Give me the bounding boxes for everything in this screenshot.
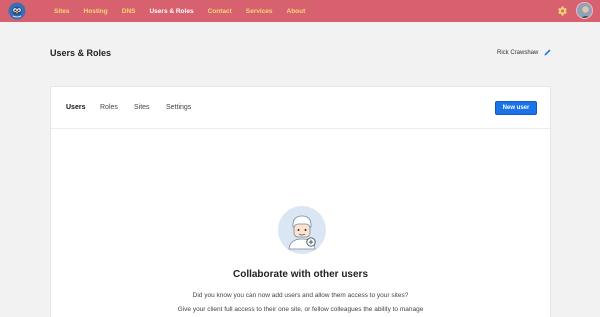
tab-users[interactable]: Users: [66, 104, 85, 111]
empty-state-heading: Collaborate with other users: [232, 269, 369, 280]
top-navigation-bar: Sites Hosting DNS Users & Roles Contact …: [0, 0, 600, 22]
tab-roles[interactable]: Roles: [100, 104, 118, 111]
tab-settings[interactable]: Settings: [166, 104, 191, 111]
bird-logo-icon[interactable]: [8, 2, 26, 20]
page-title: Users & Roles: [50, 48, 112, 58]
tab-sites[interactable]: Sites: [134, 104, 150, 111]
current-user-name: Rick Crawshaw: [497, 50, 539, 56]
nav-services[interactable]: Services: [246, 8, 273, 15]
main-nav: Sites Hosting DNS Users & Roles Contact …: [54, 0, 319, 22]
nav-about[interactable]: About: [287, 8, 306, 15]
empty-state-description-line-1: Did you know you can now add users and a…: [192, 292, 409, 299]
nav-users-roles[interactable]: Users & Roles: [149, 8, 193, 15]
nav-sites[interactable]: Sites: [54, 8, 70, 15]
add-user-illustration-icon: [278, 206, 326, 254]
new-user-button[interactable]: New user: [495, 101, 537, 115]
nav-contact[interactable]: Contact: [208, 8, 232, 15]
user-avatar-icon: [577, 3, 592, 18]
nav-dns[interactable]: DNS: [122, 8, 136, 15]
nav-hosting[interactable]: Hosting: [84, 8, 108, 15]
users-panel: Users Roles Sites Settings New user Coll…: [50, 86, 551, 317]
pencil-icon[interactable]: [543, 48, 552, 57]
empty-state-description-line-2: Give your client full access to their on…: [177, 306, 424, 313]
tab-bar: Users Roles Sites Settings New user: [51, 87, 550, 129]
gear-icon[interactable]: [556, 5, 568, 17]
avatar[interactable]: [576, 2, 593, 19]
